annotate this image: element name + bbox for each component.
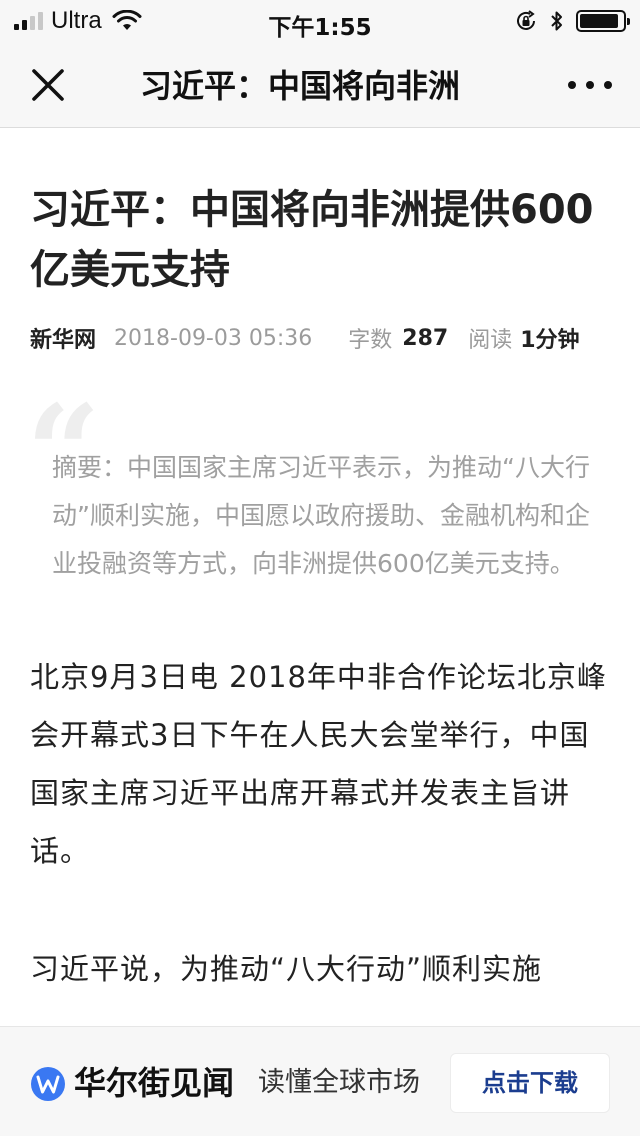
article-summary: “ 摘要：中国国家主席习近平表示，为推动“八大行动”顺利实施，中国愿以政府援助、… bbox=[26, 388, 610, 588]
word-count-value: 287 bbox=[402, 325, 449, 351]
read-time-value: 1分钟 bbox=[520, 328, 580, 353]
nav-bar: 习近平：中国将向非洲 bbox=[0, 42, 640, 128]
status-bar: Ultra 下午1:55 bbox=[0, 0, 640, 42]
wallstreetcn-logo-icon bbox=[31, 1067, 65, 1101]
app-download-banner[interactable]: 华尔街见闻 读懂全球市场 点击下载 bbox=[0, 1026, 640, 1136]
article: 习近平：中国将向非洲提供600亿美元支持 新华网 2018-09-03 05:3… bbox=[26, 128, 610, 998]
nav-title: 习近平：中国将向非洲 bbox=[140, 67, 461, 105]
word-count-label: 字数 bbox=[348, 328, 393, 353]
battery-icon bbox=[576, 10, 630, 32]
screen: Ultra 下午1:55 习近平：中国将向非洲 习近平：中国将向非洲提供600亿… bbox=[0, 0, 640, 1136]
more-icon[interactable] bbox=[568, 74, 612, 96]
article-meta: 新华网 2018-09-03 05:36 字数 287 阅读 1分钟 bbox=[30, 318, 610, 358]
download-button[interactable]: 点击下载 bbox=[450, 1053, 610, 1113]
article-paragraph: 习近平说，为推动“八大行动”顺利实施 bbox=[30, 952, 543, 986]
brand-name: 华尔街见闻 bbox=[74, 1064, 235, 1102]
status-right bbox=[514, 8, 630, 34]
rotation-lock-icon bbox=[517, 10, 535, 30]
article-date: 2018-09-03 05:36 bbox=[114, 325, 313, 351]
summary-text: 摘要：中国国家主席习近平表示，为推动“八大行动”顺利实施，中国愿以政府援助、金融… bbox=[52, 453, 590, 578]
close-icon[interactable] bbox=[28, 65, 68, 105]
article-paragraph: 北京9月3日电 2018年中非合作论坛北京峰会开幕式3日下午在人民大会堂举行，中… bbox=[30, 660, 607, 868]
brand-slogan: 读懂全球市场 bbox=[258, 1067, 420, 1098]
article-source[interactable]: 新华网 bbox=[30, 322, 96, 354]
bluetooth-icon bbox=[551, 11, 562, 31]
article-title: 习近平：中国将向非洲提供600亿美元支持 bbox=[30, 187, 594, 293]
battery-fill bbox=[580, 14, 618, 28]
read-time-label: 阅读 bbox=[468, 328, 513, 353]
